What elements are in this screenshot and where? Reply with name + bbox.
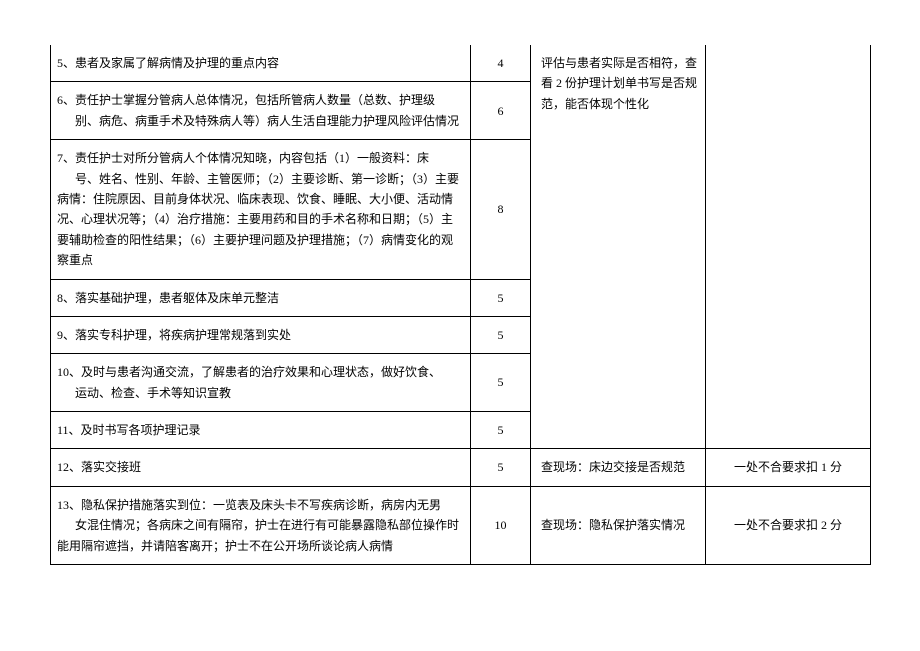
cell-content: 6、责任护士掌握分管病人总体情况，包括所管病人数量（总数、护理级 别、病危、病重… — [51, 82, 471, 140]
cell-method-merged: 评估与患者实际是否相符，查看 2 份护理计划单书写是否规范，能否体现个性化 — [531, 45, 706, 449]
cell-score: 8 — [471, 140, 531, 279]
content-line: 运动、检查、手术等知识宣教 — [57, 383, 231, 403]
cell-deduct: 一处不合要求扣 1 分 — [706, 449, 871, 486]
cell-score: 5 — [471, 354, 531, 412]
cell-score: 5 — [471, 279, 531, 316]
cell-deduct-merged — [706, 45, 871, 449]
cell-content: 13、隐私保护措施落实到位：一览表及床头卡不写疾病诊断，病房内无男 女混住情况；… — [51, 486, 471, 564]
content-line: 别、病危、病重手术及特殊病人等）病人生活自理能力护理风险评估情况 — [57, 111, 459, 131]
content-line: 13、隐私保护措施落实到位：一览表及床头卡不写疾病诊断，病房内无男 — [57, 498, 441, 512]
cell-score: 10 — [471, 486, 531, 564]
cell-score: 5 — [471, 412, 531, 449]
cell-content: 11、及时书写各项护理记录 — [51, 412, 471, 449]
table-row: 12、落实交接班 5 查现场：床边交接是否规范 一处不合要求扣 1 分 — [51, 449, 871, 486]
content-line: 10、及时与患者沟通交流，了解患者的治疗效果和心理状态，做好饮食、 — [57, 365, 441, 379]
cell-score: 5 — [471, 316, 531, 353]
table-row: 13、隐私保护措施落实到位：一览表及床头卡不写疾病诊断，病房内无男 女混住情况；… — [51, 486, 871, 564]
cell-deduct: 一处不合要求扣 2 分 — [706, 486, 871, 564]
cell-method: 查现场：隐私保护落实情况 — [531, 486, 706, 564]
cell-score: 4 — [471, 45, 531, 82]
table-row: 5、患者及家属了解病情及护理的重点内容 4 评估与患者实际是否相符，查看 2 份… — [51, 45, 871, 82]
cell-content: 7、责任护士对所分管病人个体情况知晓，内容包括（1）一般资料：床 号、姓名、性别… — [51, 140, 471, 279]
content-line: 号、姓名、性别、年龄、主管医师；（2）主要诊断、第一诊断；（3）主要病情：住院原… — [57, 169, 464, 271]
cell-score: 6 — [471, 82, 531, 140]
cell-score: 5 — [471, 449, 531, 486]
evaluation-table: 5、患者及家属了解病情及护理的重点内容 4 评估与患者实际是否相符，查看 2 份… — [50, 45, 871, 565]
cell-content: 12、落实交接班 — [51, 449, 471, 486]
cell-content: 5、患者及家属了解病情及护理的重点内容 — [51, 45, 471, 82]
content-line: 女混住情况；各病床之间有隔帘，护士在进行有可能暴露隐私部位操作时能用隔帘遮挡，并… — [57, 515, 464, 556]
content-line: 6、责任护士掌握分管病人总体情况，包括所管病人数量（总数、护理级 — [57, 93, 435, 107]
cell-content: 8、落实基础护理，患者躯体及床单元整洁 — [51, 279, 471, 316]
cell-content: 9、落实专科护理，将疾病护理常规落到实处 — [51, 316, 471, 353]
content-line: 7、责任护士对所分管病人个体情况知晓，内容包括（1）一般资料：床 — [57, 151, 429, 165]
cell-content: 10、及时与患者沟通交流，了解患者的治疗效果和心理状态，做好饮食、 运动、检查、… — [51, 354, 471, 412]
cell-method: 查现场：床边交接是否规范 — [531, 449, 706, 486]
